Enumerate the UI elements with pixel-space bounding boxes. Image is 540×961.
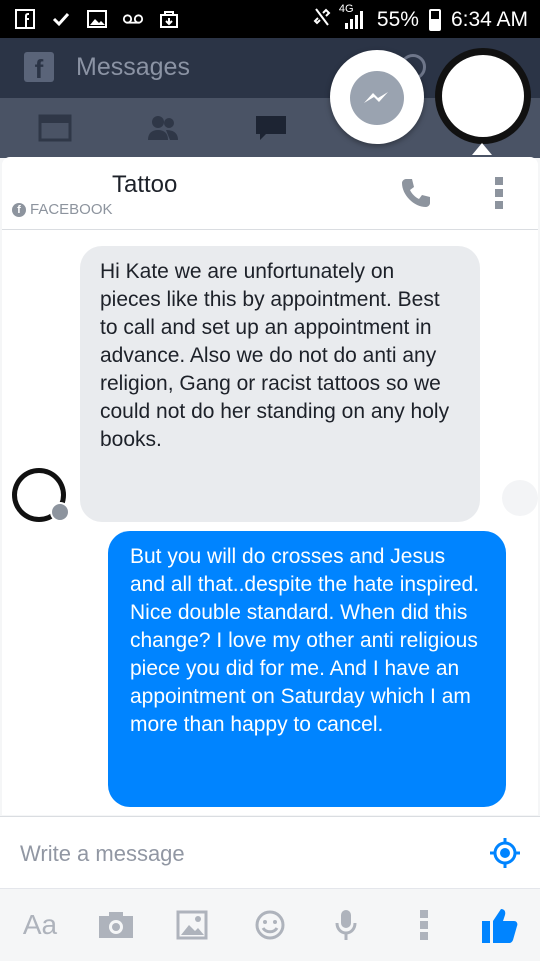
outgoing-message-bubble[interactable]: But you will do crosses and Jesus and al… xyxy=(108,531,506,807)
checkmark-icon xyxy=(50,8,72,30)
sender-avatar[interactable] xyxy=(12,468,70,522)
conversation-title: Tattoo xyxy=(112,171,178,198)
tab-messages-icon[interactable] xyxy=(254,114,286,142)
camera-icon[interactable] xyxy=(94,903,138,947)
facebook-notification-icon xyxy=(14,8,36,30)
store-icon xyxy=(158,8,180,30)
notification-icons xyxy=(14,8,180,30)
signal-icon: 4G xyxy=(339,3,367,31)
status-bar: 4G 55% 6:34 AM xyxy=(0,0,540,38)
conversation-header: Tattoo f FACEBOOK xyxy=(2,157,538,230)
more-options-icon[interactable] xyxy=(492,175,506,211)
battery-percent: 55% xyxy=(376,8,419,31)
chat-head-pointer xyxy=(472,143,492,155)
seen-indicator xyxy=(502,480,538,516)
tab-friends-icon[interactable] xyxy=(146,114,178,142)
system-status: 4G 55% 6:34 AM xyxy=(311,3,528,34)
source-label: FACEBOOK xyxy=(30,201,113,218)
text-style-button[interactable]: Aa xyxy=(18,903,62,947)
like-thumbs-up-icon[interactable] xyxy=(478,903,522,947)
message-thread[interactable]: Hi Kate we are unfortunately on pieces l… xyxy=(2,230,538,815)
microphone-icon[interactable] xyxy=(324,903,368,947)
conversation-source: f FACEBOOK xyxy=(12,201,113,218)
photo-gallery-icon[interactable] xyxy=(170,903,214,947)
avatar xyxy=(442,55,524,137)
clock: 6:34 AM xyxy=(450,8,528,31)
facebook-badge-icon xyxy=(50,502,70,522)
mute-icon xyxy=(311,6,333,34)
message-composer xyxy=(0,816,540,889)
more-tools-icon[interactable] xyxy=(402,903,446,947)
phone-call-icon[interactable] xyxy=(398,175,434,211)
facebook-badge-icon: f xyxy=(12,202,26,217)
messenger-chat-head[interactable] xyxy=(330,50,424,144)
messenger-icon xyxy=(350,71,404,125)
gallery-icon xyxy=(86,8,108,30)
battery-icon xyxy=(428,9,441,31)
location-icon[interactable] xyxy=(489,837,521,869)
message-input[interactable] xyxy=(18,835,462,873)
network-type: 4G xyxy=(338,3,354,15)
app-title: Messages xyxy=(76,53,190,81)
incoming-message-bubble[interactable]: Hi Kate we are unfortunately on pieces l… xyxy=(80,246,480,522)
sticker-emoji-icon[interactable] xyxy=(248,903,292,947)
composer-toolbar: Aa xyxy=(0,888,540,961)
facebook-logo-icon[interactable]: f xyxy=(24,52,54,84)
tab-news-feed-icon[interactable] xyxy=(38,114,72,142)
voicemail-icon xyxy=(122,8,144,30)
chat-head-avatar[interactable] xyxy=(435,48,531,144)
